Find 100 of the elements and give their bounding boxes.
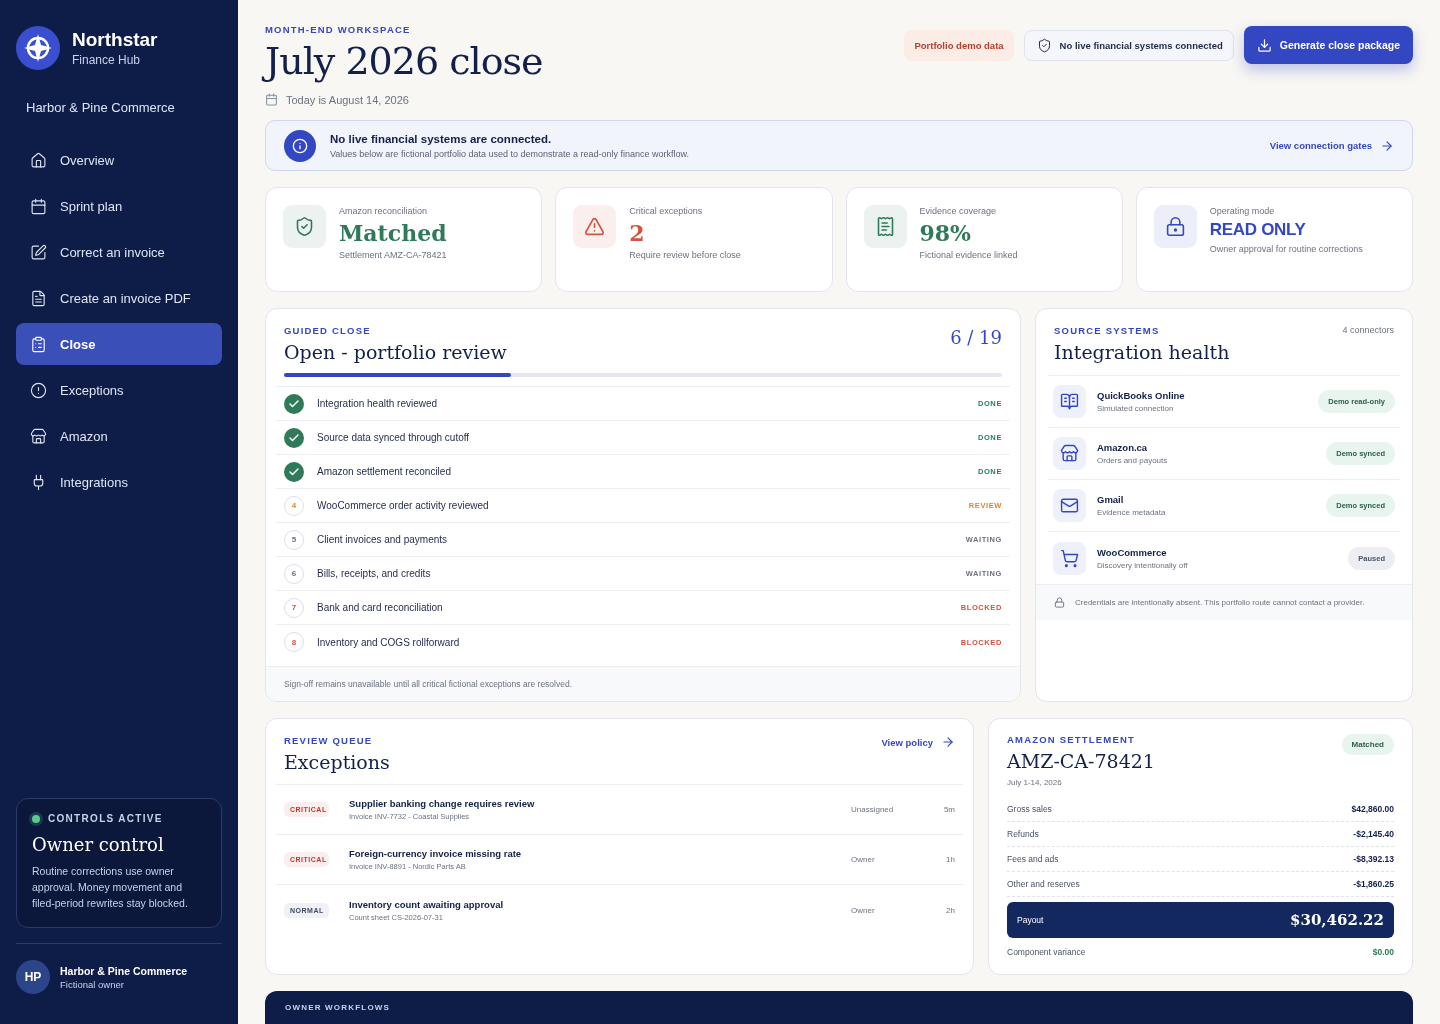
today-date: Today is August 14, 2026 [286,93,409,106]
eyebrow: GUIDED CLOSE [284,325,372,336]
exception-age: 1h [945,855,955,864]
settlement-period: July 1-14, 2026 [1007,778,1063,787]
banner-title: No live financial systems are connected. [330,132,553,145]
connection-link[interactable]: View connection gates [1269,138,1394,153]
connector-name: Amazon.ca [1097,442,1149,453]
step-label: Bank and card reconciliation [317,602,444,613]
connector-name: QuickBooks Online [1097,390,1185,401]
generate-button[interactable]: Generate close package [1243,26,1413,64]
nav-item[interactable]: Integrations [16,461,222,503]
metric-value: 2 [629,220,646,246]
payout-amount: $30,462.22 [1290,911,1384,929]
user-name: Harbor & Pine Commerce [60,964,188,977]
eyebrow: REVIEW QUEUE [284,735,374,746]
warning-icon [573,205,617,248]
metric-value: READ ONLY [1209,220,1307,240]
line-label: Refunds [1007,829,1039,839]
step-label: Amazon settlement reconciled [317,466,452,477]
nav-item[interactable]: Correct an invoice [16,231,222,273]
connector-count: 4 connectors [1342,325,1394,335]
lock-icon [1054,597,1065,608]
metric-value: Matched [339,220,447,246]
line-label: Gross sales [1007,804,1052,814]
metric-note: Require review before close [629,250,741,260]
clipboard-icon [30,335,47,353]
eyebrow: MONTH-END WORKSPACE [265,24,412,35]
store-icon [30,427,47,445]
store-icon [1053,437,1086,470]
nav-item[interactable]: Create an invoice PDF [16,277,222,319]
nav-item[interactable]: Exceptions [16,369,222,411]
exception-owner: Unassigned [851,805,895,814]
step-label: Integration health reviewed [317,398,439,409]
compass-logo-icon [16,26,60,70]
alert-icon [30,381,47,399]
panel-title: Open - portfolio review [284,341,507,363]
policy-link[interactable]: View policy [881,735,955,749]
document-icon [30,289,47,307]
metric-label: Critical exceptions [629,206,704,216]
line-amount: -$8,392.13 [1353,854,1394,864]
metric-note: Fictional evidence linked [919,250,1018,260]
metric-label: Evidence coverage [919,206,998,216]
line-amount: -$1,860.25 [1353,879,1394,889]
connector-detail: Evidence metadata [1097,508,1166,517]
variance-label: Component variance [1007,947,1086,957]
step-label: Source data synced through cutoff [317,432,471,443]
exception-title: Inventory count awaiting approval [349,898,505,910]
brand-subtitle: Finance Hub [72,53,142,67]
home-icon [30,151,47,169]
line-label: Fees and ads [1007,854,1059,864]
nav-item[interactable]: Overview [16,139,222,181]
eyebrow: SOURCE SYSTEMS [1054,325,1161,336]
cart-icon [1053,541,1086,575]
signoff-note: Sign-off remains unavailable until all critical fictional exceptions are resolved. [266,666,1020,701]
workflows-eyebrow: OWNER WORKFLOWS [285,1003,392,1012]
settlement-id: AMZ-CA-78421 [1007,750,1155,772]
payout-label: Payout [1017,915,1044,925]
mail-icon [1053,489,1086,522]
exception-age: 2h [945,905,955,915]
metric-value: 98% [919,220,973,246]
info-icon [284,129,316,162]
metric-label: Amazon reconciliation [339,206,429,216]
step-label: WooCommerce order activity reviewed [317,500,490,511]
banner-text: Values below are fictional portfolio data used to demonstrate a read-only finance workflow. [330,148,690,159]
status-badge: No live financial systems connected [1023,29,1234,61]
user-role: Fictional owner [60,978,125,990]
company-name: Harbor & Pine Commerce [26,100,176,115]
receipt-icon [863,205,907,248]
edit-icon [30,243,47,261]
controls-text: Routine corrections use owner approval. Money movement and filed-period rewrites stay blocked. [32,864,189,911]
line-label: Other and reserves [1007,879,1080,889]
nav-item[interactable]: Sprint plan [16,185,222,227]
exception-owner: Owner [851,905,876,915]
download-icon [1256,37,1272,53]
shield-icon [1036,37,1052,53]
nav-item[interactable]: Close [16,323,222,365]
metric-note: Settlement AMZ-CA-78421 [339,250,447,260]
arrow-icon [941,735,955,749]
step-count: 6 / 19 [950,327,1002,348]
exception-age: 5m [942,805,955,814]
book-icon [1053,385,1086,418]
line-amount: -$2,145.40 [1353,829,1394,839]
variance-amount: $0.00 [1372,947,1394,957]
connector-detail: Orders and payouts [1097,456,1168,465]
calendar-icon [265,93,278,106]
matched-badge: Matched [1341,734,1394,755]
nav-item[interactable]: Amazon [16,415,222,457]
connector-detail: Simulated connection [1097,404,1175,413]
step-label: Client invoices and payments [317,534,449,545]
exception-title: Foreign-currency invoice missing rate [349,848,523,859]
credentials-note: Credentials are intentionally absent. This portfolio route cannot contact a provider. [1075,598,1365,607]
connector-name: Gmail [1097,494,1125,505]
metric-note: Owner approval for routine corrections [1209,244,1363,254]
shield-icon [283,205,326,248]
line-amount: $42,860.00 [1351,804,1394,814]
avatar: HP [16,960,50,994]
eyebrow: AMAZON SETTLEMENT [1007,734,1137,745]
panel-title: Integration health [1054,341,1230,363]
panel-title: Exceptions [284,751,390,773]
controls-title: Owner control [32,834,165,855]
